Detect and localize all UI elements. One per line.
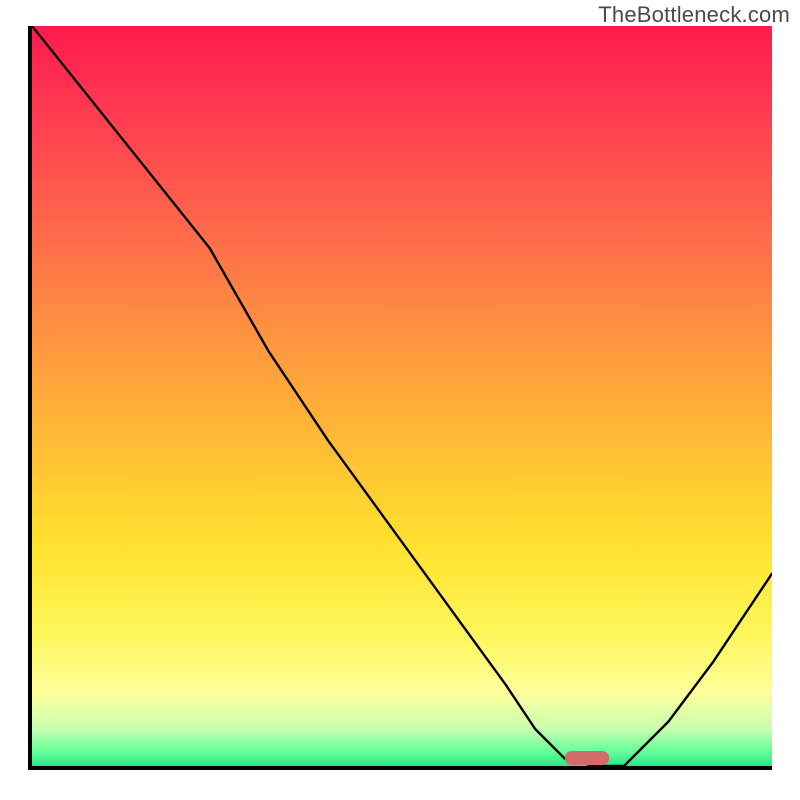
plot-frame	[28, 26, 772, 770]
bottleneck-curve	[32, 26, 772, 766]
chart-container: TheBottleneck.com	[0, 0, 800, 800]
target-marker	[565, 751, 609, 765]
watermark-text: TheBottleneck.com	[598, 2, 790, 28]
plot-svg	[32, 26, 772, 766]
